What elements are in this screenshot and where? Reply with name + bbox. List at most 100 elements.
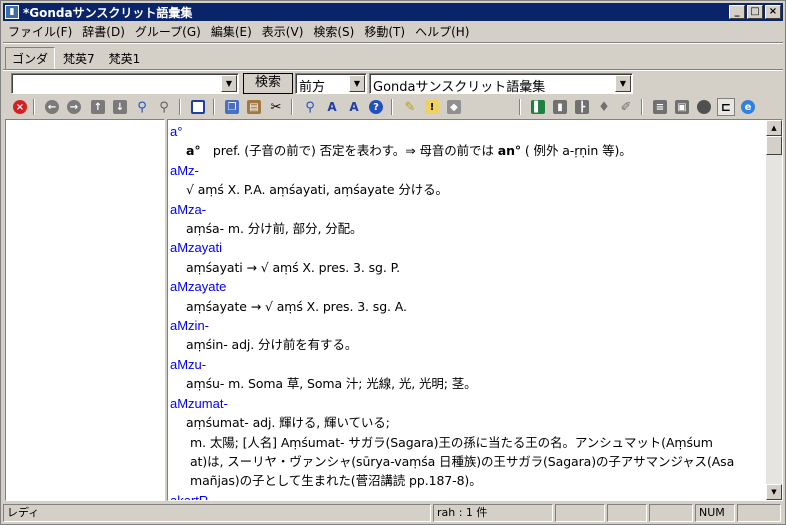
link-button[interactable]: ⊏ [717, 98, 735, 116]
menu-edit[interactable]: 編集(E) [206, 23, 257, 40]
toolbar-separator [179, 99, 181, 115]
group-tab-gonda[interactable]: ゴンダ [5, 46, 56, 70]
status-cell [607, 504, 647, 522]
search-button[interactable]: 検索 [243, 73, 293, 94]
scissors-icon: ✂ [270, 99, 282, 115]
zoom-in-button[interactable]: ⚲ [301, 98, 319, 116]
copy-icon: ❐ [225, 100, 239, 114]
pen-icon: ✎ [404, 99, 416, 115]
app-icon: ▮ [5, 5, 19, 19]
group-tab-bon-ei-1[interactable]: 梵英1 [103, 48, 147, 69]
entry-headword-link[interactable]: aMzumat- [170, 394, 764, 413]
bookmark-icon: ▌ [531, 100, 545, 114]
menu-move[interactable]: 移動(T) [359, 23, 410, 40]
magnifier-icon: ⚲ [137, 99, 147, 115]
arrow-down-icon: ↓ [113, 100, 127, 114]
help-icon: ? [369, 100, 383, 114]
entry-headword-link[interactable]: aMzu- [170, 355, 764, 374]
marker-icon: ♦ [598, 99, 610, 115]
eraser-icon: ◆ [447, 100, 461, 114]
entry-headword-link[interactable]: aMzayate [170, 277, 764, 296]
back-button[interactable]: ← [43, 98, 61, 116]
marker-button[interactable]: ♦ [595, 98, 613, 116]
help-button[interactable]: ? [367, 98, 385, 116]
forward-button[interactable]: → [65, 98, 83, 116]
zoom-icon: ⚲ [305, 99, 315, 115]
toolbar: × ← → ↑ ↓ ⚲ ⚲ ❐ ▤ ✂ ⚲ A A ? ✎ ! ◆ ▌ ▮ ┣ … [5, 97, 783, 117]
fit-window-button[interactable] [189, 98, 207, 116]
status-ready: レディ [3, 504, 431, 522]
entry-headword-link[interactable]: akartR- [170, 491, 764, 500]
ie-icon: e [741, 100, 755, 114]
speech-button[interactable] [695, 98, 713, 116]
maximize-button[interactable]: □ [747, 5, 763, 19]
cut-button[interactable]: ✂ [267, 98, 285, 116]
highlight-button[interactable]: ✎ [401, 98, 419, 116]
menu-file[interactable]: ファイル(F) [3, 23, 77, 40]
chevron-down-icon[interactable]: ▼ [349, 75, 365, 92]
eraser-button[interactable]: ◆ [445, 98, 463, 116]
clipboard-button[interactable]: ▮ [551, 98, 569, 116]
browser-button[interactable]: e [739, 98, 757, 116]
entry-content: a° a° pref. (子音の前で) 否定を表わす。⇒ 母音の前では an° (… [170, 122, 764, 500]
entry-definition: aṃśa- m. 分け前, 部分, 分配。 [186, 221, 363, 237]
edit-button[interactable]: ✐ [617, 98, 635, 116]
down-button[interactable]: ↓ [111, 98, 129, 116]
chevron-down-icon[interactable]: ▼ [221, 75, 237, 92]
search-next-button[interactable]: ⚲ [155, 98, 173, 116]
app-window: ▮ *Gondaサンスクリット語彙集 _ □ × ファイル(F) 辞書(D) グ… [0, 0, 786, 525]
detail-view-button[interactable]: ▣ [673, 98, 691, 116]
chevron-down-icon[interactable]: ▼ [615, 75, 631, 92]
menu-view[interactable]: 表示(V) [257, 23, 309, 40]
divider [3, 42, 783, 44]
divider [3, 69, 783, 71]
entry-headword-link[interactable]: aMzayati [170, 238, 764, 257]
status-cell [737, 504, 781, 522]
font-increase-button[interactable]: A [323, 98, 341, 116]
vertical-scrollbar[interactable]: ▲ ▼ [766, 120, 782, 500]
menu-search[interactable]: 検索(S) [308, 23, 359, 40]
frame-icon [191, 100, 205, 114]
entry-headword-link[interactable]: aMzin- [170, 316, 764, 335]
list-view-button[interactable]: ≡ [651, 98, 669, 116]
search-button-tool[interactable]: ⚲ [133, 98, 151, 116]
search-mode-select[interactable]: 前方 ▼ [295, 73, 367, 95]
toolbar-separator [519, 99, 521, 115]
menu-group[interactable]: グループ(G) [130, 23, 206, 40]
content-pane[interactable]: a° a° pref. (子音の前で) 否定を表わす。⇒ 母音の前では an° (… [167, 119, 783, 501]
entry-headword-link[interactable]: aMz- [170, 161, 764, 180]
list-icon: ≡ [653, 100, 667, 114]
title-bar: ▮ *Gondaサンスクリット語彙集 _ □ × [3, 3, 783, 21]
menu-help[interactable]: ヘルプ(H) [410, 23, 474, 40]
toolbar-separator [641, 99, 643, 115]
stop-button[interactable]: × [11, 98, 29, 116]
group-bar: ゴンダ 梵英7 梵英1 [5, 46, 148, 70]
menu-dictionary[interactable]: 辞書(D) [77, 23, 130, 40]
group-tab-bon-ei-7[interactable]: 梵英7 [57, 48, 101, 69]
headword-list-pane[interactable] [5, 119, 165, 501]
font-decrease-button[interactable]: A [345, 98, 363, 116]
toolbar-separator [391, 99, 393, 115]
entry-definition: m. 太陽; [人名] Aṃśumat- サガラ(Sagara)王の孫に当たる王… [190, 434, 713, 450]
stop-icon: × [13, 100, 27, 114]
toolbar-separator [33, 99, 35, 115]
entry-definition: aṃśin- adj. 分け前を有する。 [186, 337, 358, 353]
dictionary-select[interactable]: Gondaサンスクリット語彙集 ▼ [369, 73, 633, 95]
copy-button[interactable]: ❐ [223, 98, 241, 116]
entry-headword-link[interactable]: a° [170, 122, 764, 141]
close-button[interactable]: × [765, 5, 781, 19]
scroll-thumb[interactable] [766, 136, 782, 155]
paste-icon: ▤ [247, 100, 261, 114]
scroll-down-button[interactable]: ▼ [766, 484, 782, 500]
arrow-up-icon: ↑ [91, 100, 105, 114]
entry-headword-link[interactable]: aMza- [170, 200, 764, 219]
search-input[interactable]: ▼ [11, 73, 239, 94]
scroll-up-button[interactable]: ▲ [766, 120, 782, 136]
paste-button[interactable]: ▤ [245, 98, 263, 116]
status-num: NUM [695, 504, 735, 522]
note-button[interactable]: ! [423, 98, 441, 116]
minimize-button[interactable]: _ [729, 5, 745, 19]
bookmark-button[interactable]: ▌ [529, 98, 547, 116]
tree-button[interactable]: ┣ [573, 98, 591, 116]
up-button[interactable]: ↑ [89, 98, 107, 116]
